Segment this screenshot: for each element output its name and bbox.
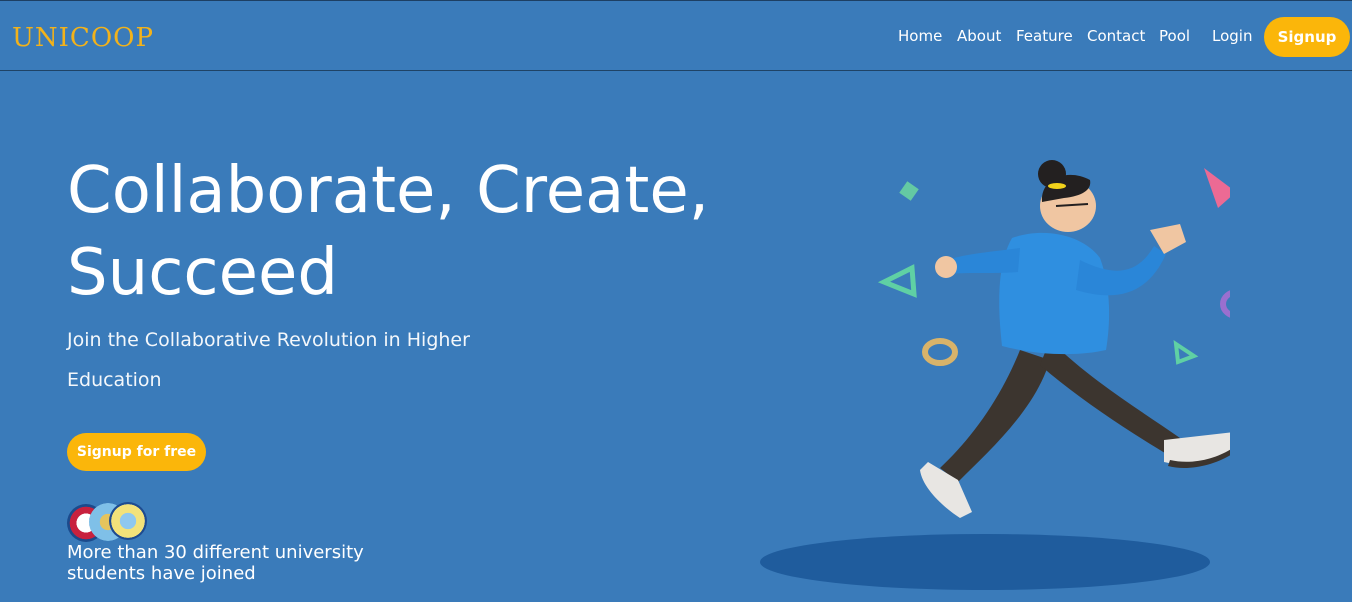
hero-title: Collaborate, Create, Succeed [67,154,710,310]
purple-ring-icon [1220,290,1230,318]
small-triangle-icon [1173,339,1199,365]
nav-pool[interactable]: Pool [1159,27,1190,45]
back-leg [940,350,1050,482]
gold-ring-icon [922,338,958,366]
diamond-shape-icon [899,181,919,201]
social-proof-text: More than 30 different university studen… [67,542,364,584]
university-badges [67,502,157,542]
logo[interactable]: UNICOOP [12,23,154,53]
hair-tie [1048,183,1066,189]
running-student-illustration [760,160,1230,590]
signup-button[interactable]: Signup [1264,17,1350,57]
green-triangle-icon [877,264,917,298]
ground-shadow [760,534,1210,590]
pink-triangle-icon [1204,168,1230,208]
navbar: UNICOOP Home About Feature Contact Pool … [0,0,1352,71]
nav-about[interactable]: About [957,27,1001,45]
nav-feature[interactable]: Feature [1016,27,1073,45]
front-leg [1040,340,1180,456]
left-arm [948,248,1020,274]
nav-login[interactable]: Login [1212,27,1252,45]
nav-home[interactable]: Home [898,27,942,45]
left-hand [935,256,957,278]
nav-contact[interactable]: Contact [1087,27,1145,45]
university-badge-icon [109,502,147,540]
signup-for-free-button[interactable]: Signup for free [67,433,206,471]
hero-subtitle: Join the Collaborative Revolution in Hig… [67,329,470,391]
